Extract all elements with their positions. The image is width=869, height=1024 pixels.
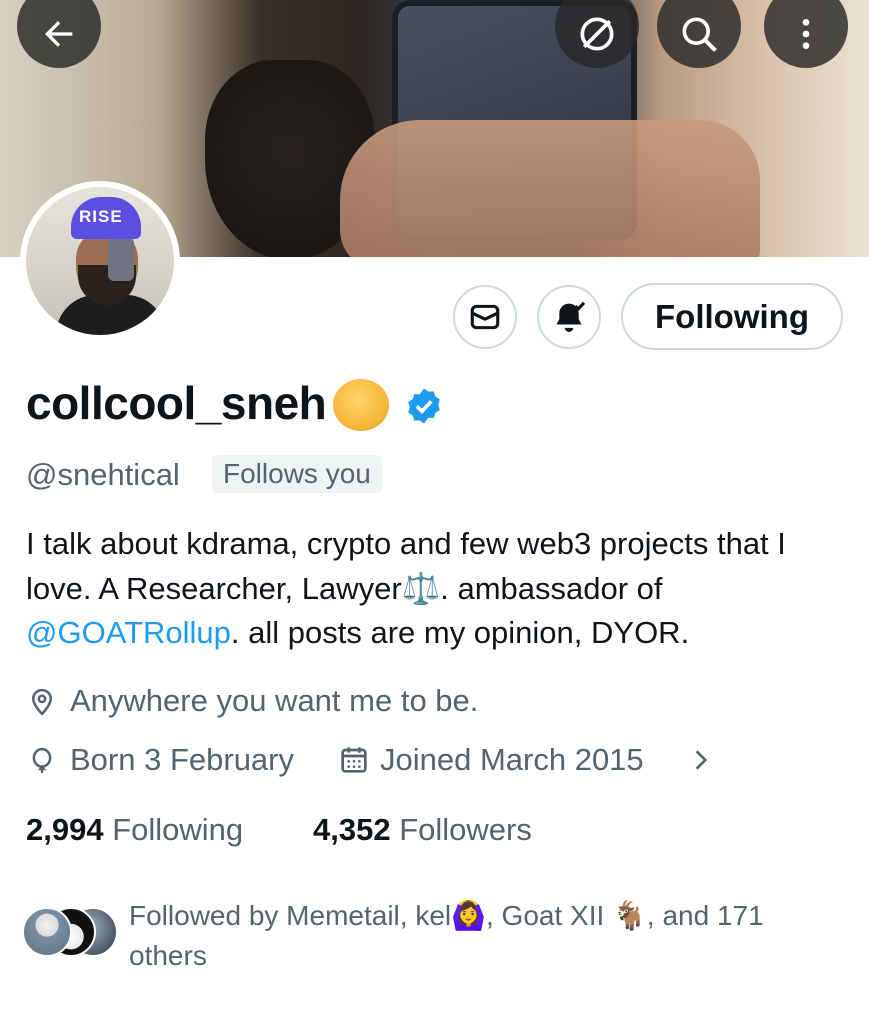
mute-icon <box>580 17 614 51</box>
verified-badge-icon[interactable] <box>404 386 444 426</box>
followers-count-link[interactable]: 4,352 Followers <box>313 812 532 848</box>
banner-photo-hand <box>340 120 760 257</box>
profile-bio: I talk about kdrama, crypto and few web3… <box>26 522 846 656</box>
avatar-cap: RISE <box>71 197 141 239</box>
following-count: 2,994 <box>26 812 104 847</box>
followers-count: 4,352 <box>313 812 391 847</box>
more-vertical-icon <box>802 19 810 49</box>
user-handle: @snehtical <box>26 457 180 492</box>
profile-location: Anywhere you want me to be. <box>70 683 479 718</box>
display-name: collcool_sneh <box>26 377 327 429</box>
bio-text-end: . all posts are my opinion, DYOR. <box>230 615 690 650</box>
bell-check-icon <box>556 301 586 332</box>
chevron-right-icon[interactable] <box>688 745 714 775</box>
arrow-left-icon <box>45 21 73 47</box>
following-button[interactable]: Following <box>621 283 843 350</box>
notifications-button[interactable] <box>537 285 601 349</box>
avatar-cap-text: RISE <box>79 207 123 226</box>
follower-avatar-1 <box>22 907 72 957</box>
avatar-image: RISE <box>26 187 174 335</box>
location-pin-icon <box>31 688 53 716</box>
profile-joined-date[interactable]: Joined March 2015 <box>380 742 644 778</box>
search-icon <box>682 17 717 52</box>
bio-mention-link[interactable]: @GOATRollup <box>26 615 231 650</box>
message-button[interactable] <box>453 285 517 349</box>
followed-by-avatars[interactable] <box>22 906 122 958</box>
calendar-icon <box>341 747 367 773</box>
profile-birthday: Born 3 February <box>70 742 294 777</box>
following-label: Following <box>112 812 244 847</box>
balloon-icon <box>32 747 52 773</box>
following-count-link[interactable]: 2,994 Following <box>26 812 243 848</box>
follows-you-badge: Follows you <box>212 455 382 493</box>
envelope-icon <box>470 304 500 330</box>
bio-text: I talk about kdrama, crypto and few web3… <box>26 526 786 606</box>
followers-label: Followers <box>399 812 532 847</box>
moon-emoji-icon <box>333 379 389 431</box>
avatar[interactable]: RISE <box>20 181 180 341</box>
avatar-phone <box>108 237 134 281</box>
followed-by-text[interactable]: Followed by Memetail, kel🙆‍♀️, Goat XII … <box>129 896 829 976</box>
